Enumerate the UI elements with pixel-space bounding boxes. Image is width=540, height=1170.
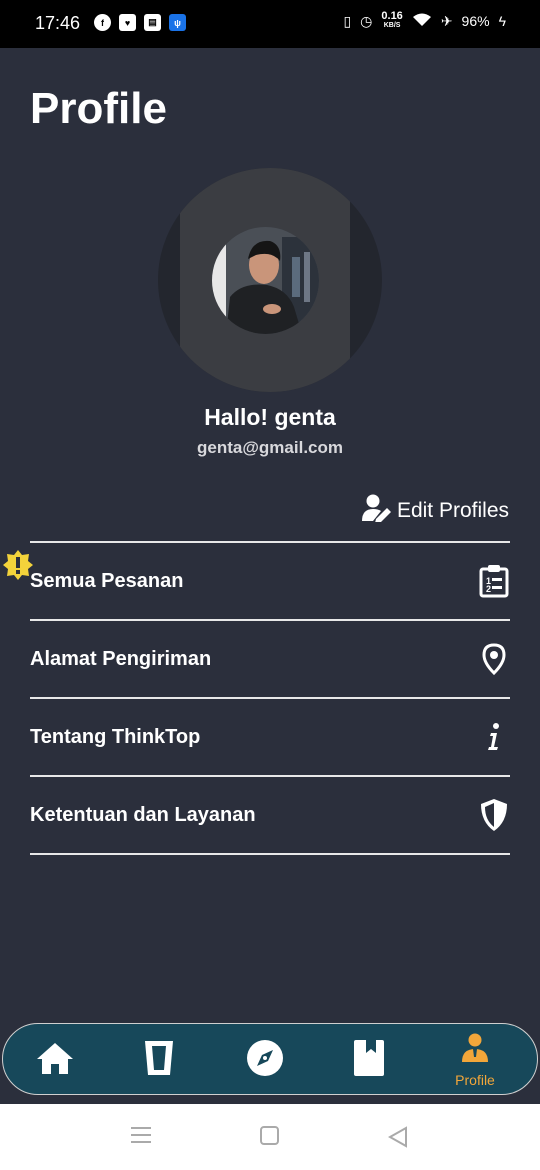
avatar[interactable] [212, 227, 319, 334]
cup-icon [144, 1039, 174, 1082]
edit-profile-label: Edit Profiles [396, 499, 509, 522]
shield-icon [478, 798, 510, 832]
avatar-frame [158, 168, 382, 392]
net-speed: 0.16 KB/S [381, 10, 403, 30]
nav-home[interactable] [15, 1024, 95, 1096]
battery-level: 96% [461, 13, 490, 29]
status-app-icons: f ♥ ▤ ψ [94, 14, 186, 31]
page-title: Profile [30, 84, 167, 133]
back-icon[interactable] [387, 1126, 408, 1153]
clipboard-list-icon: 1 2 [478, 564, 510, 598]
nav-explore[interactable] [225, 1024, 305, 1096]
map-pin-icon [478, 642, 510, 676]
menu-item-label: Alamat Pengiriman [30, 647, 212, 670]
home-square-icon[interactable] [260, 1126, 279, 1150]
greeting-text: Hallo! genta [204, 404, 336, 430]
menu-item-address[interactable]: Alamat Pengiriman [30, 619, 510, 697]
facebook-icon: f [94, 14, 111, 31]
user-edit-icon [361, 494, 393, 528]
news-icon: ▤ [144, 14, 161, 31]
bottom-nav: Profile [2, 1023, 538, 1095]
usb-icon: ψ [169, 14, 186, 31]
wifi-icon [412, 13, 432, 30]
alarm-icon: ◷ [360, 12, 373, 29]
menu-item-label: Semua Pesanan [30, 569, 184, 592]
bookmark-icon [353, 1039, 385, 1082]
menu-icon[interactable] [131, 1126, 151, 1149]
nav-saved[interactable] [329, 1024, 409, 1096]
compass-icon [246, 1039, 284, 1082]
lazada-icon: ♥ [119, 14, 136, 31]
nav-profile[interactable]: Profile [435, 1024, 515, 1096]
user-email: genta@gmail.com [197, 438, 343, 457]
nav-orders[interactable] [119, 1024, 199, 1096]
vibrate-icon: ▯ [343, 12, 352, 29]
edit-profile-button[interactable]: Edit Profiles [361, 494, 509, 528]
info-icon [478, 720, 510, 754]
nav-profile-label: Profile [455, 1071, 495, 1088]
status-time: 17:46 [35, 13, 81, 33]
warning-badge-icon [2, 549, 34, 587]
airplane-icon: ✈ [440, 12, 453, 29]
status-indicators: ▯ ◷ 0.16 KB/S ✈ 96% ϟ [343, 10, 506, 30]
home-icon [36, 1041, 74, 1080]
charging-icon: ϟ [498, 13, 506, 29]
profile-menu: Semua Pesanan 1 2 Alamat Pengiriman Tent… [3, 541, 510, 855]
status-bar: 17:46 f ♥ ▤ ψ ▯ ◷ 0.16 KB/S ✈ 96% ϟ [0, 0, 540, 48]
menu-item-label: Tentang ThinkTop [30, 725, 201, 748]
menu-item-about[interactable]: Tentang ThinkTop [30, 697, 510, 775]
svg-text:2: 2 [486, 584, 491, 594]
profile-icon [460, 1033, 490, 1068]
menu-item-label: Ketentuan dan Layanan [30, 803, 256, 826]
menu-item-terms[interactable]: Ketentuan dan Layanan [30, 775, 510, 855]
system-nav-bar [0, 1104, 540, 1170]
menu-item-orders[interactable]: Semua Pesanan 1 2 [3, 541, 510, 619]
